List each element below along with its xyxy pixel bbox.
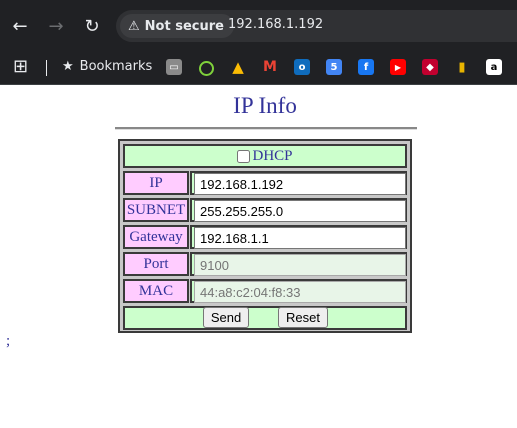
gmail-bookmark-icon[interactable]: M — [262, 59, 278, 75]
calendar-bookmark-icon[interactable]: 5 — [326, 59, 342, 75]
reload-icon[interactable]: ↻ — [78, 12, 106, 40]
mac-label: MAC — [123, 279, 189, 303]
outlook-bookmark-icon[interactable]: o — [294, 59, 310, 75]
address-bar[interactable]: ⚠ Not secure 192.168.1.192 — [116, 10, 517, 42]
security-label: Not secure — [144, 18, 224, 34]
dhcp-checkbox[interactable] — [237, 149, 251, 163]
amazon-bookmark-icon[interactable]: a — [486, 59, 502, 75]
back-icon[interactable]: ← — [6, 12, 34, 40]
page-content: IP Info DHCP IP SUBNET Gateway Port MAC — [0, 85, 517, 428]
ip-input[interactable] — [194, 173, 406, 195]
bookmarks-separator — [46, 60, 47, 76]
ip-info-form: DHCP IP SUBNET Gateway Port MAC Send Res… — [118, 139, 412, 333]
gateway-input[interactable] — [194, 227, 406, 249]
title-divider — [115, 127, 417, 130]
subnet-label: SUBNET — [123, 198, 189, 222]
google-drive-bookmark-icon[interactable]: ▲ — [230, 58, 246, 76]
youtube-bookmark-icon[interactable]: ▶ — [390, 59, 406, 75]
url-text[interactable]: 192.168.1.192 — [228, 17, 323, 32]
loading-bookmark-icon[interactable] — [199, 61, 214, 76]
red-bookmark-icon[interactable]: ◆ — [422, 59, 438, 75]
forward-icon[interactable]: → — [42, 12, 70, 40]
bookmarks-folder[interactable]: ★ Bookmarks — [62, 59, 152, 74]
facebook-bookmark-icon[interactable]: f — [358, 59, 374, 75]
footer-text: ; — [6, 333, 11, 349]
ip-label: IP — [123, 171, 189, 195]
bookmarks-bar: ⊞ ★ Bookmarks ▭ ▲ M o 5 f ▶ ◆ ▮ a — [0, 52, 517, 85]
drive-bookmark-icon[interactable]: ▭ — [166, 59, 182, 75]
subnet-input[interactable] — [194, 200, 406, 222]
port-label: Port — [123, 252, 189, 276]
apps-grid-icon[interactable]: ⊞ — [13, 58, 31, 76]
chart-bookmark-icon[interactable]: ▮ — [454, 59, 470, 75]
gateway-label: Gateway — [123, 225, 189, 249]
dhcp-row: DHCP — [123, 144, 407, 168]
page-title: IP Info — [233, 93, 297, 118]
warning-icon: ⚠ — [128, 18, 140, 34]
send-button[interactable]: Send — [203, 307, 249, 328]
dhcp-label: DHCP — [252, 147, 293, 164]
browser-toolbar: ← → ↻ ⚠ Not secure 192.168.1.192 — [0, 0, 517, 52]
star-icon: ★ — [62, 59, 74, 74]
buttons-row — [123, 306, 407, 330]
port-input[interactable] — [194, 254, 406, 276]
security-chip[interactable]: ⚠ Not secure — [120, 14, 234, 38]
mac-input[interactable] — [194, 281, 406, 303]
bookmarks-label: Bookmarks — [79, 59, 153, 74]
reset-button[interactable]: Reset — [278, 307, 328, 328]
